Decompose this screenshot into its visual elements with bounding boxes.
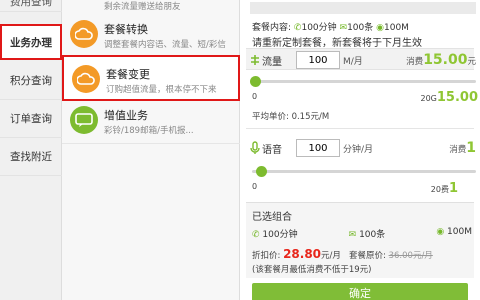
combo-sms: ✉ 100条 (349, 227, 386, 240)
selected-combo: 已选组合 ✆ 100分钟 ✉ 100条 ◉ 100M 折扣价: 28.80元/月… (246, 202, 474, 278)
nav-item-business[interactable]: 业务办理 (0, 24, 62, 60)
slider-knob[interactable] (250, 76, 261, 87)
slider-max-fee: 1 (448, 181, 458, 196)
wifi-icon: ◉ (436, 227, 448, 237)
discount-price: 28.80 (283, 247, 322, 261)
fee-value: 15.00 (423, 52, 468, 68)
nav-item-nearby[interactable]: 查找附近 (0, 138, 62, 176)
voice-label: 语音 (262, 144, 282, 156)
data-slider[interactable] (250, 76, 476, 87)
chat-icon (70, 106, 98, 134)
data-fee: 消费15.00元 (406, 52, 476, 68)
slider-min: 0 (252, 92, 258, 101)
content-voice: 100分钟 (301, 23, 337, 33)
list-item-title: 套餐变更 (106, 68, 150, 81)
voice-unit: 分钟/月 (343, 144, 374, 155)
nav-item-fee-query[interactable]: 费用查询 (0, 0, 62, 12)
discount-label: 折扣价: (252, 251, 281, 261)
slider-max-unit: 费 (440, 185, 449, 194)
cloud-icon (72, 65, 100, 93)
content-data: 100M (384, 23, 409, 33)
list-item-desc: 订购超值流量，根本停不下来 (106, 85, 217, 95)
data-label: 流量 (262, 56, 282, 68)
phone-icon: ✆ (252, 230, 263, 240)
combo-voice: ✆ 100分钟 (252, 227, 298, 240)
combo-title: 已选组合 (252, 212, 292, 223)
data-avg-price: 平均单价: 0.15元/M (252, 112, 330, 122)
data-input[interactable] (296, 51, 340, 69)
cloud-icon (70, 20, 98, 48)
microphone-icon (250, 141, 260, 154)
combo-items: ✆ 100分钟 ✉ 100条 ◉ 100M (252, 227, 472, 240)
list-item-title: 套餐转换 (104, 23, 148, 36)
list-item-desc: 彩铃/189邮箱/手机报... (104, 126, 194, 136)
voice-input[interactable] (296, 139, 340, 157)
combo-data: ◉ 100M (436, 227, 472, 240)
slider-min: 0 (252, 182, 258, 191)
package-hint: 请重新定制套餐，新套餐将于下月生效 (252, 38, 422, 49)
combo-data-value: 100M (447, 227, 472, 237)
list-item-desc: 剩余流量赠送给朋友 (104, 2, 181, 12)
wifi-icon: ◉ (376, 23, 384, 33)
sms-icon: ✉ (339, 23, 348, 33)
package-content: 套餐内容: ✆100分钟 ✉100条 ◉100M (252, 20, 409, 33)
data-control: 流量 M/月 (250, 50, 363, 70)
fee-unit: 元 (467, 57, 476, 67)
slider-knob[interactable] (256, 166, 267, 177)
package-panel: 套餐内容: ✆100分钟 ✉100条 ◉100M 请重新定制套餐，新套餐将于下月… (240, 0, 480, 300)
service-list: 剩余流量赠送给朋友 套餐转换 调整套餐内容语、流量、短/彩信 套餐变更 订购超值… (62, 0, 240, 300)
slider-max-fee: 15.00 (436, 90, 478, 105)
list-item-package-change[interactable]: 套餐变更 订购超值流量，根本停不下来 (62, 55, 240, 101)
data-icon (251, 55, 259, 65)
slider-max-value: 20 (430, 185, 441, 194)
slider-max: 20G15.00 (420, 90, 478, 105)
voice-slider[interactable] (252, 166, 476, 177)
sms-icon: ✉ (348, 230, 360, 240)
fee-value: 1 (466, 140, 476, 156)
discount-unit: 元/月 (321, 251, 341, 261)
fee-label: 消费 (449, 145, 467, 155)
left-nav: 费用查询 业务办理 积分查询 订单查询 查找附近 (0, 0, 62, 300)
combo-price: 折扣价: 28.80元/月 套餐原价: 36.00元/月 (252, 247, 433, 261)
data-unit: M/月 (343, 56, 363, 67)
fee-label: 消费 (406, 57, 424, 67)
voice-fee: 消费1 (449, 140, 476, 156)
list-item-desc: 调整套餐内容语、流量、短/彩信 (104, 40, 226, 50)
nav-item-orders[interactable]: 订单查询 (0, 100, 62, 138)
slider-max-value: 20 (420, 94, 431, 103)
voice-control: 语音 分钟/月 (250, 138, 373, 158)
list-item-title: 增值业务 (104, 109, 148, 122)
list-item-value-added[interactable]: 增值业务 彩铃/189邮箱/手机报... (62, 98, 240, 144)
nav-item-points[interactable]: 积分查询 (0, 62, 62, 100)
slider-max: 20费1 (431, 181, 458, 196)
combo-note: (该套餐月最低消费不低于19元) (252, 265, 372, 275)
divider (246, 128, 474, 129)
orig-price-label: 套餐原价: (349, 251, 386, 261)
combo-sms-value: 100条 (359, 230, 386, 240)
confirm-button[interactable]: 确定 (252, 283, 468, 300)
panel-header (250, 2, 476, 14)
combo-voice-value: 100分钟 (262, 230, 298, 240)
package-content-label: 套餐内容: (252, 23, 292, 33)
list-item-package-switch[interactable]: 套餐转换 调整套餐内容语、流量、短/彩信 (62, 12, 240, 58)
orig-price: 36.00元/月 (388, 251, 433, 261)
content-sms: 100条 (347, 23, 374, 33)
